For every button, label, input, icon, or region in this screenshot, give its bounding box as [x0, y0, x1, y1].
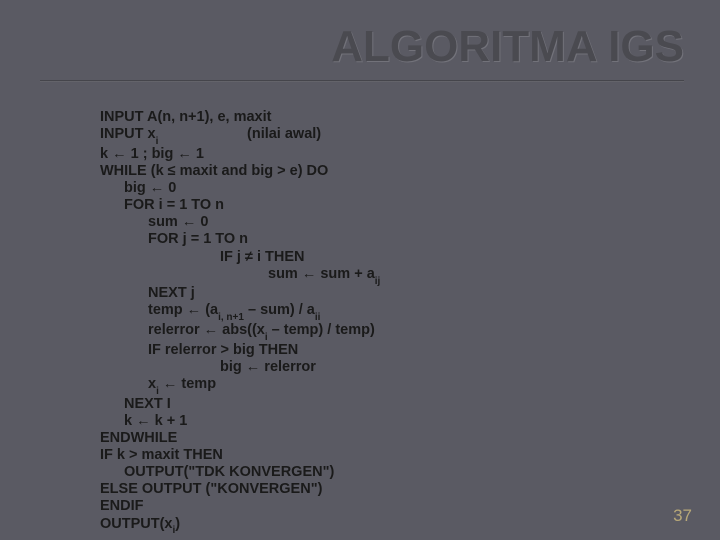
code-line: OUTPUT("TDK KONVERGEN")	[124, 464, 334, 481]
code-line: big ← relerror	[220, 359, 316, 376]
code-line: k ← 1 ; big ← 1	[100, 146, 204, 162]
code-line: NEXT I	[124, 396, 171, 413]
code-line: big ← 0	[124, 180, 176, 197]
code-line: IF k > maxit THEN	[100, 447, 223, 463]
algorithm-code: INPUT A(n, n+1), e, maxit INPUT xi (nila…	[100, 92, 380, 535]
code-line: ENDIF	[100, 498, 144, 514]
title-divider	[40, 80, 684, 82]
code-line: ENDWHILE	[100, 430, 177, 446]
code-line: NEXT j	[148, 285, 195, 302]
code-line: INPUT A(n, n+1), e, maxit	[100, 109, 271, 125]
code-line: IF j ≠ i THEN	[220, 249, 305, 266]
page-number: 37	[673, 506, 692, 526]
code-line: WHILE (k ≤ maxit and big > e) DO	[100, 163, 328, 179]
code-line: xi ← temp	[148, 376, 216, 396]
code-line: relerror ← abs((xi – temp) / temp)	[148, 322, 375, 342]
code-line: FOR i = 1 TO n	[124, 197, 224, 214]
slide-title: ALGORITMA IGS	[331, 22, 684, 72]
code-line: FOR j = 1 TO n	[148, 231, 248, 248]
code-line: IF relerror > big THEN	[148, 342, 298, 359]
code-line: OUTPUT(xi)	[100, 516, 180, 532]
code-line: k ← k + 1	[124, 413, 187, 430]
code-line: INPUT xi (nilai awal)	[100, 126, 321, 142]
code-line: sum ← 0	[148, 214, 208, 231]
code-line: temp ← (ai, n+1 – sum) / aii	[148, 302, 320, 322]
code-line: sum ← sum + aij	[268, 266, 380, 286]
code-line: ELSE OUTPUT ("KONVERGEN")	[100, 481, 322, 497]
